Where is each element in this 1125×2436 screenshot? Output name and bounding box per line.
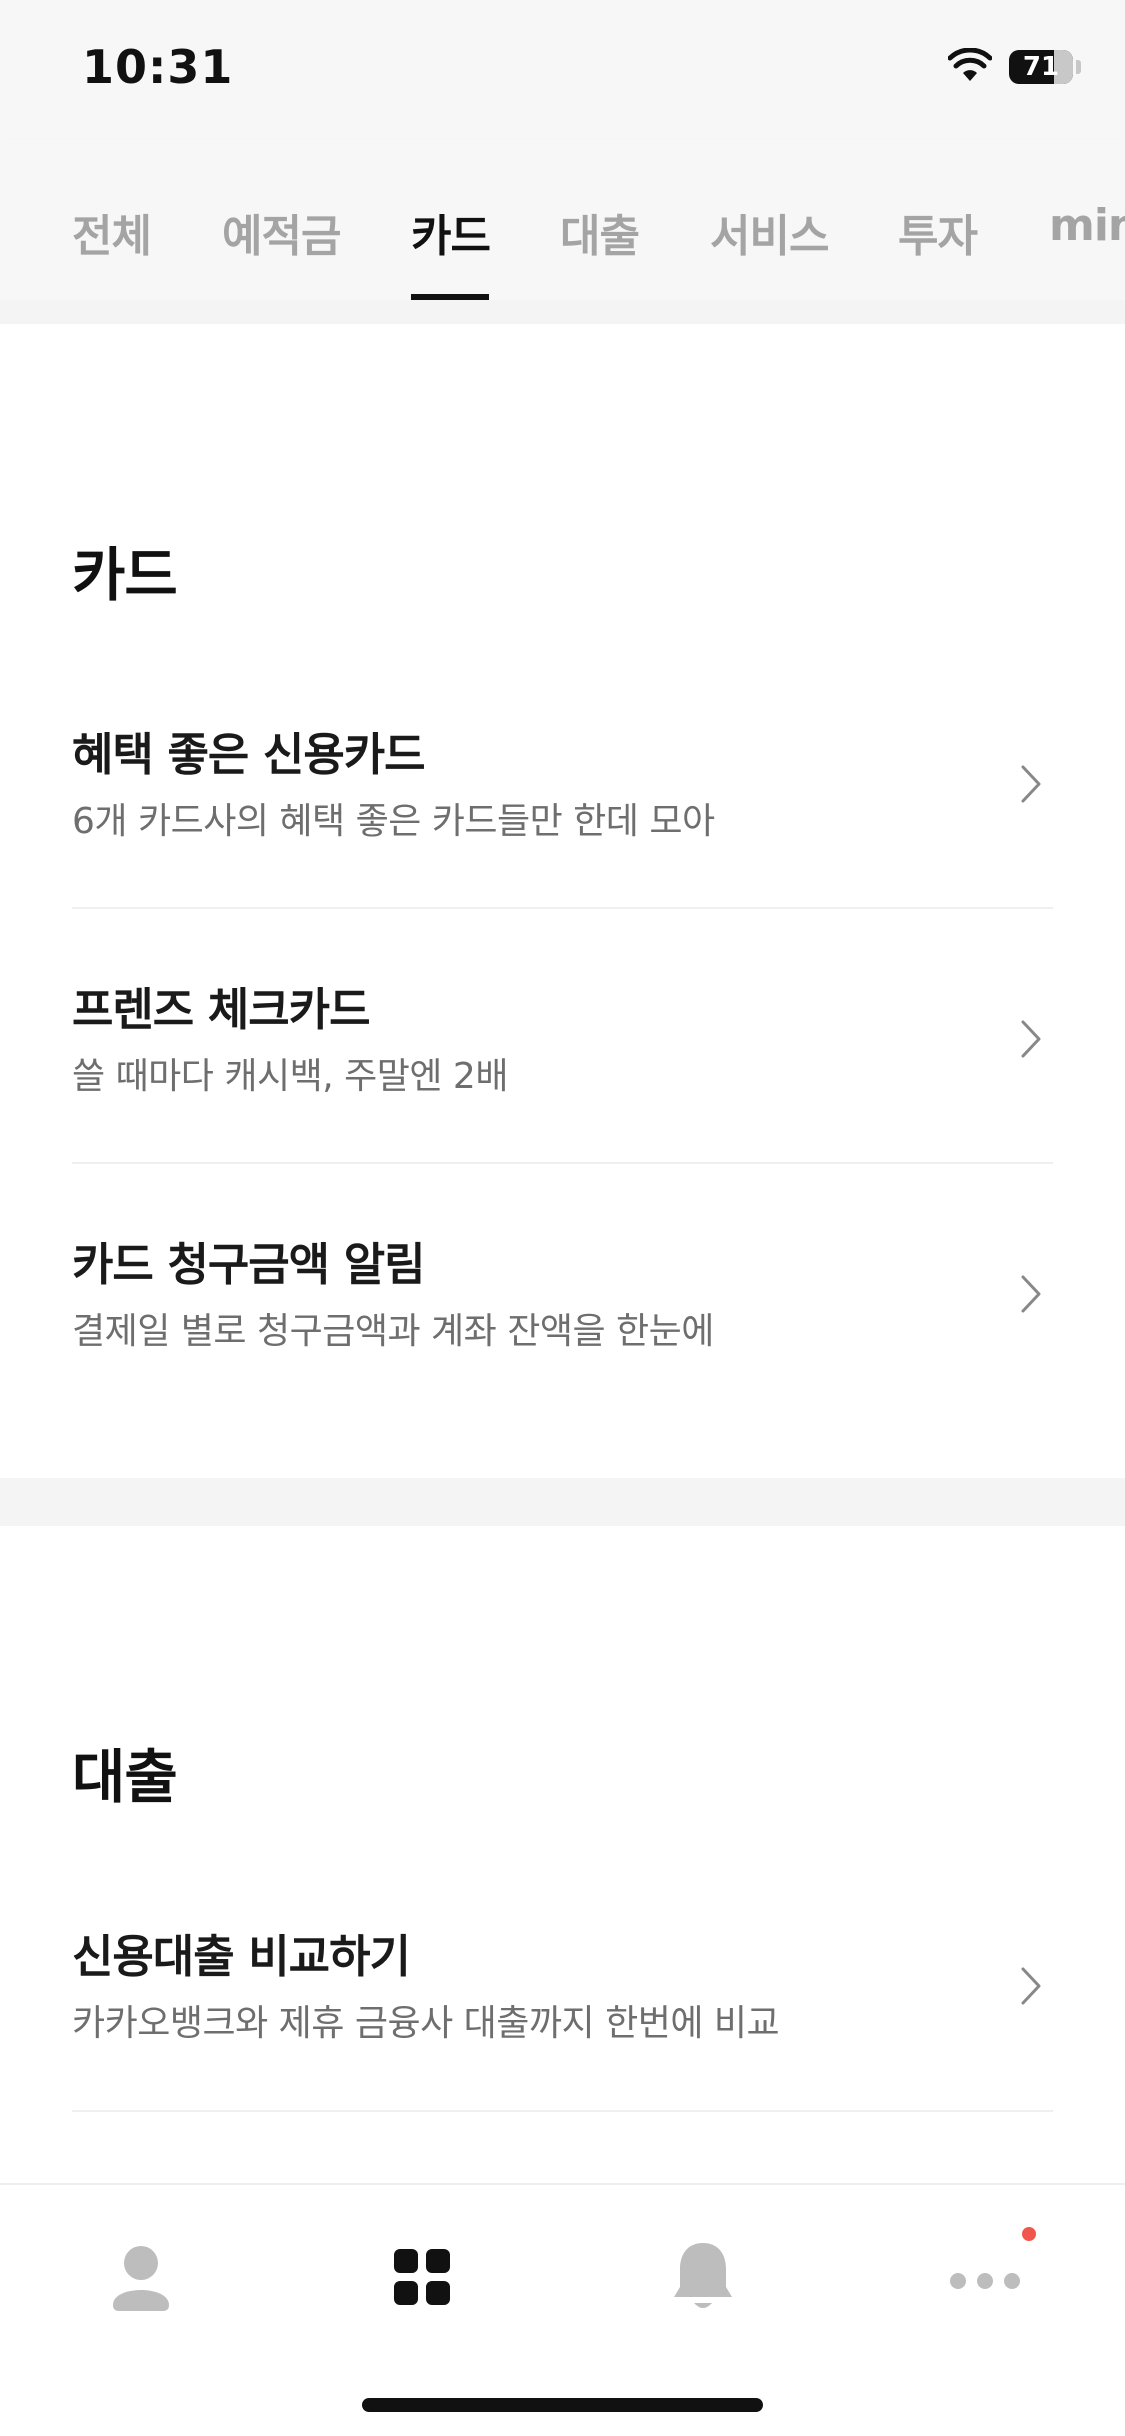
battery-icon: 71 bbox=[1009, 50, 1073, 84]
tab-all[interactable]: 전체 bbox=[72, 200, 152, 264]
item-description: 카카오뱅크와 제휴 금융사 대출까지 한번에 비교 bbox=[72, 2003, 780, 2044]
battery-level: 71 bbox=[1022, 52, 1060, 82]
person-icon bbox=[113, 2246, 169, 2311]
nav-more-button[interactable] bbox=[925, 2225, 1045, 2325]
item-title: 카드 청구금액 알림 bbox=[72, 1238, 426, 1291]
tab-savings[interactable]: 예적금 bbox=[222, 200, 341, 264]
notification-badge bbox=[1022, 2227, 1036, 2241]
grid-icon bbox=[394, 2249, 450, 2305]
divider bbox=[72, 907, 1053, 909]
wifi-icon bbox=[948, 48, 992, 81]
list-item-loan-compare[interactable]: 신용대출 비교하기 카카오뱅크와 제휴 금융사 대출까지 한번에 비교 bbox=[0, 1920, 1125, 2110]
item-description: 쓸 때마다 캐시백, 주말엔 2배 bbox=[72, 1056, 508, 1097]
chevron-right-icon bbox=[1021, 1275, 1041, 1313]
bell-icon bbox=[674, 2243, 732, 2308]
tab-loan[interactable]: 대출 bbox=[560, 200, 640, 264]
home-indicator bbox=[362, 2398, 763, 2412]
list-item-credit-card[interactable]: 혜택 좋은 신용카드 6개 카드사의 혜택 좋은 카드들만 한데 모아 bbox=[0, 718, 1125, 908]
chevron-right-icon bbox=[1021, 1967, 1041, 2005]
section-title-card: 카드 bbox=[72, 541, 178, 609]
item-title: 혜택 좋은 신용카드 bbox=[72, 728, 426, 781]
chevron-right-icon bbox=[1021, 765, 1041, 803]
tab-invest[interactable]: 투자 bbox=[898, 200, 978, 264]
list-item-card-bill-alert[interactable]: 카드 청구금액 알림 결제일 별로 청구금액과 계좌 잔액을 한눈에 bbox=[0, 1228, 1125, 1418]
battery-cap bbox=[1076, 60, 1081, 74]
nav-products-button[interactable] bbox=[362, 2225, 482, 2325]
nav-notifications-button[interactable] bbox=[643, 2225, 763, 2325]
chevron-right-icon bbox=[1021, 1020, 1041, 1058]
item-title: 프렌즈 체크카드 bbox=[72, 983, 370, 1036]
tab-mini[interactable]: mini bbox=[1049, 200, 1125, 251]
tab-card[interactable]: 카드 bbox=[411, 200, 491, 264]
item-description: 6개 카드사의 혜택 좋은 카드들만 한데 모아 bbox=[72, 801, 715, 842]
item-description: 결제일 별로 청구금액과 계좌 잔액을 한눈에 bbox=[72, 1311, 714, 1352]
section-gap bbox=[0, 1478, 1125, 1526]
list-item-friends-check-card[interactable]: 프렌즈 체크카드 쓸 때마다 캐시백, 주말엔 2배 bbox=[0, 973, 1125, 1163]
section-title-loan: 대출 bbox=[72, 1743, 178, 1811]
status-time: 10:31 bbox=[82, 40, 234, 94]
category-tab-bar: 전체 예적금 카드 대출 서비스 투자 mini bbox=[0, 140, 1125, 300]
screen: 10:31 71 전체 예적금 카드 대출 서비스 투자 mini 카드 혜택 … bbox=[0, 0, 1125, 2436]
status-bar: 10:31 71 bbox=[0, 0, 1125, 140]
divider bbox=[72, 2110, 1053, 2112]
section-gap bbox=[0, 300, 1125, 324]
tab-service[interactable]: 서비스 bbox=[710, 200, 829, 264]
divider bbox=[72, 1162, 1053, 1164]
item-title: 신용대출 비교하기 bbox=[72, 1930, 411, 1983]
nav-profile-button[interactable] bbox=[81, 2225, 201, 2325]
